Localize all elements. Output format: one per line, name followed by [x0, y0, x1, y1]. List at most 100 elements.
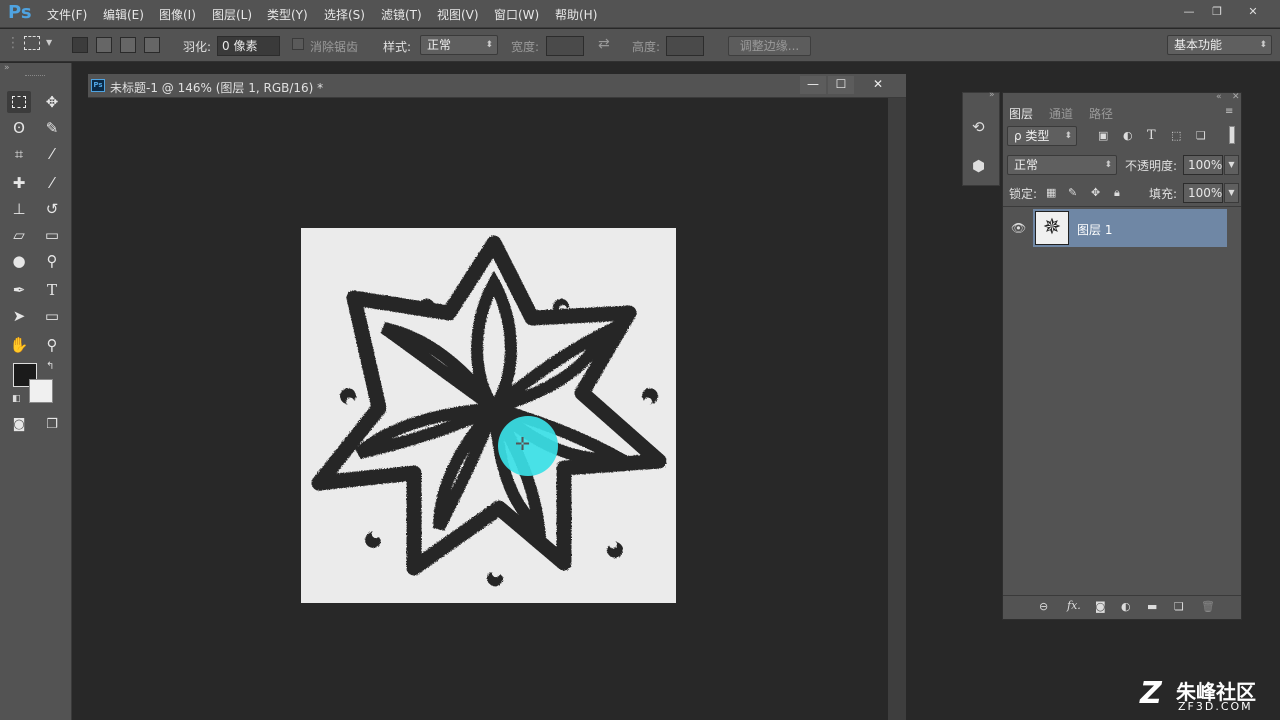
- visibility-eye-icon[interactable]: 👁︎: [1011, 221, 1026, 235]
- doc-maximize-button[interactable]: ☐: [828, 76, 854, 94]
- fill-dropdown-icon[interactable]: ▼: [1224, 183, 1239, 203]
- folder-icon[interactable]: ▬: [1147, 600, 1157, 613]
- restore-button[interactable]: ❐: [1203, 4, 1231, 22]
- antialias-checkbox[interactable]: [292, 38, 304, 50]
- style-select-value: 正常: [427, 38, 452, 52]
- eyedropper-tool-icon[interactable]: ⁄: [40, 143, 64, 165]
- style-select[interactable]: 正常 ⬍: [420, 35, 498, 55]
- height-input[interactable]: [666, 36, 704, 56]
- menu-help[interactable]: 帮助(H): [555, 6, 597, 23]
- lock-transparent-icon[interactable]: ▦: [1046, 186, 1056, 199]
- opacity-dropdown-icon[interactable]: ▼: [1224, 155, 1239, 175]
- mask-icon[interactable]: ◙: [1095, 600, 1106, 613]
- menu-layer[interactable]: 图层(L): [212, 6, 252, 23]
- doc-minimize-button[interactable]: —: [800, 76, 826, 94]
- menu-select[interactable]: 选择(S): [324, 6, 365, 23]
- panel-menu-icon[interactable]: ≡: [1225, 106, 1233, 117]
- opacity-input[interactable]: 100%: [1183, 155, 1223, 175]
- gradient-tool-icon[interactable]: ▭: [40, 224, 64, 246]
- flower-artwork: [311, 235, 667, 587]
- shape-filter-icon[interactable]: ⬚: [1171, 129, 1181, 142]
- smart-object-filter-icon[interactable]: ❏: [1196, 129, 1206, 142]
- rect-marquee-preset-icon[interactable]: [24, 36, 40, 50]
- layers-footer: ⊖ fx. ◙ ◐ ▬ ❏ 🗑︎: [1003, 595, 1241, 619]
- history-panel-icon[interactable]: ⟲: [972, 118, 985, 136]
- feather-input[interactable]: 0 像素: [217, 36, 280, 56]
- fx-icon[interactable]: fx.: [1067, 599, 1081, 612]
- 3d-panel-icon[interactable]: ⬢: [972, 157, 985, 175]
- width-input[interactable]: [546, 36, 584, 56]
- menu-window[interactable]: 窗口(W): [494, 6, 539, 23]
- new-selection-icon[interactable]: [72, 37, 88, 53]
- menu-type[interactable]: 类型(Y): [267, 6, 308, 23]
- quick-select-tool-icon[interactable]: ✎: [40, 117, 64, 139]
- dodge-tool-icon[interactable]: ⚲: [40, 250, 64, 272]
- collapse-arrows-icon[interactable]: «: [1216, 92, 1222, 102]
- collapse-arrows-icon[interactable]: »: [4, 63, 10, 73]
- pixel-filter-icon[interactable]: ▣: [1098, 129, 1108, 142]
- document-canvas[interactable]: ✛: [301, 228, 676, 603]
- refine-edge-button[interactable]: 调整边缘...: [728, 36, 811, 56]
- path-select-tool-icon[interactable]: ➤: [7, 305, 31, 327]
- swap-colors-icon[interactable]: ↰: [46, 361, 54, 372]
- lock-position-icon[interactable]: ✥: [1091, 186, 1100, 199]
- link-icon[interactable]: ⊖: [1039, 600, 1048, 613]
- width-label: 宽度:: [511, 40, 540, 54]
- panel-close-icon[interactable]: ✕: [1232, 92, 1240, 102]
- screen-mode-icon[interactable]: ❐: [40, 414, 64, 436]
- rectangle-tool-icon[interactable]: ▭: [40, 305, 64, 327]
- move-tool-icon[interactable]: ✥: [40, 91, 64, 113]
- lasso-tool-icon[interactable]: ʘ: [7, 117, 31, 139]
- grip-icon[interactable]: [25, 75, 45, 78]
- subtract-selection-icon[interactable]: [120, 37, 136, 53]
- crop-tool-icon[interactable]: ⌗: [7, 143, 31, 165]
- layer-thumbnail: ✵: [1035, 211, 1069, 245]
- layer-row[interactable]: ✵ 图层 1: [1033, 209, 1227, 247]
- filter-toggle-switch[interactable]: [1229, 126, 1235, 144]
- pen-tool-icon[interactable]: ✒: [7, 279, 31, 301]
- expand-arrows-icon[interactable]: »: [989, 90, 995, 100]
- lock-pixels-icon[interactable]: ✎: [1068, 186, 1077, 199]
- swap-dimensions-icon[interactable]: ⇄: [598, 36, 610, 52]
- layer-filter-select[interactable]: ρ 类型 ⬍: [1007, 126, 1077, 146]
- chevron-down-icon[interactable]: ▼: [46, 38, 52, 47]
- workspace-select[interactable]: 基本功能 ⬍: [1167, 35, 1272, 55]
- tab-layers[interactable]: 图层: [1009, 105, 1034, 122]
- intersect-selection-icon[interactable]: [144, 37, 160, 53]
- menu-image[interactable]: 图像(I): [159, 6, 196, 23]
- healing-brush-tool-icon[interactable]: ✚: [7, 172, 31, 194]
- background-color-swatch[interactable]: [29, 379, 53, 403]
- select-arrow-icon: ⬍: [1064, 131, 1072, 141]
- menu-edit[interactable]: 编辑(E): [103, 6, 144, 23]
- fill-input[interactable]: 100%: [1183, 183, 1223, 203]
- menu-file[interactable]: 文件(F): [47, 6, 87, 23]
- blur-tool-icon[interactable]: ●: [7, 250, 31, 272]
- menu-view[interactable]: 视图(V): [437, 6, 479, 23]
- close-button[interactable]: ✕: [1239, 4, 1267, 22]
- eraser-tool-icon[interactable]: ▱: [7, 224, 31, 246]
- adjustment-icon[interactable]: ◐: [1121, 600, 1131, 613]
- tab-channels[interactable]: 通道: [1049, 105, 1073, 122]
- quick-mask-icon[interactable]: ◙: [7, 414, 31, 436]
- history-brush-tool-icon[interactable]: ↺: [40, 198, 64, 220]
- trash-icon[interactable]: 🗑︎: [1201, 600, 1215, 613]
- adjustment-filter-icon[interactable]: ◐: [1123, 129, 1133, 142]
- minimize-button[interactable]: —: [1175, 4, 1203, 22]
- lock-all-icon[interactable]: 🔒︎: [1114, 186, 1120, 200]
- new-layer-icon[interactable]: ❏: [1174, 600, 1184, 613]
- add-selection-icon[interactable]: [96, 37, 112, 53]
- rect-marquee-tool-icon[interactable]: [7, 91, 31, 113]
- default-colors-icon[interactable]: ◧: [12, 394, 21, 404]
- doc-close-button[interactable]: ✕: [856, 76, 900, 94]
- document-side-panel: [888, 98, 906, 720]
- brush-tool-icon[interactable]: ⁄: [40, 172, 64, 194]
- blend-mode-select[interactable]: 正常 ⬍: [1007, 155, 1117, 175]
- menu-filter[interactable]: 滤镜(T): [381, 6, 422, 23]
- document-title-bar[interactable]: Ps 未标题-1 @ 146% (图层 1, RGB/16) * — ☐ ✕: [88, 74, 906, 98]
- tab-paths[interactable]: 路径: [1089, 105, 1113, 122]
- type-tool-icon[interactable]: T: [40, 279, 64, 301]
- type-filter-icon[interactable]: T: [1147, 128, 1156, 143]
- clone-stamp-tool-icon[interactable]: ⊥: [7, 198, 31, 220]
- zoom-tool-icon[interactable]: ⚲: [40, 334, 64, 356]
- hand-tool-icon[interactable]: ✋: [7, 334, 31, 356]
